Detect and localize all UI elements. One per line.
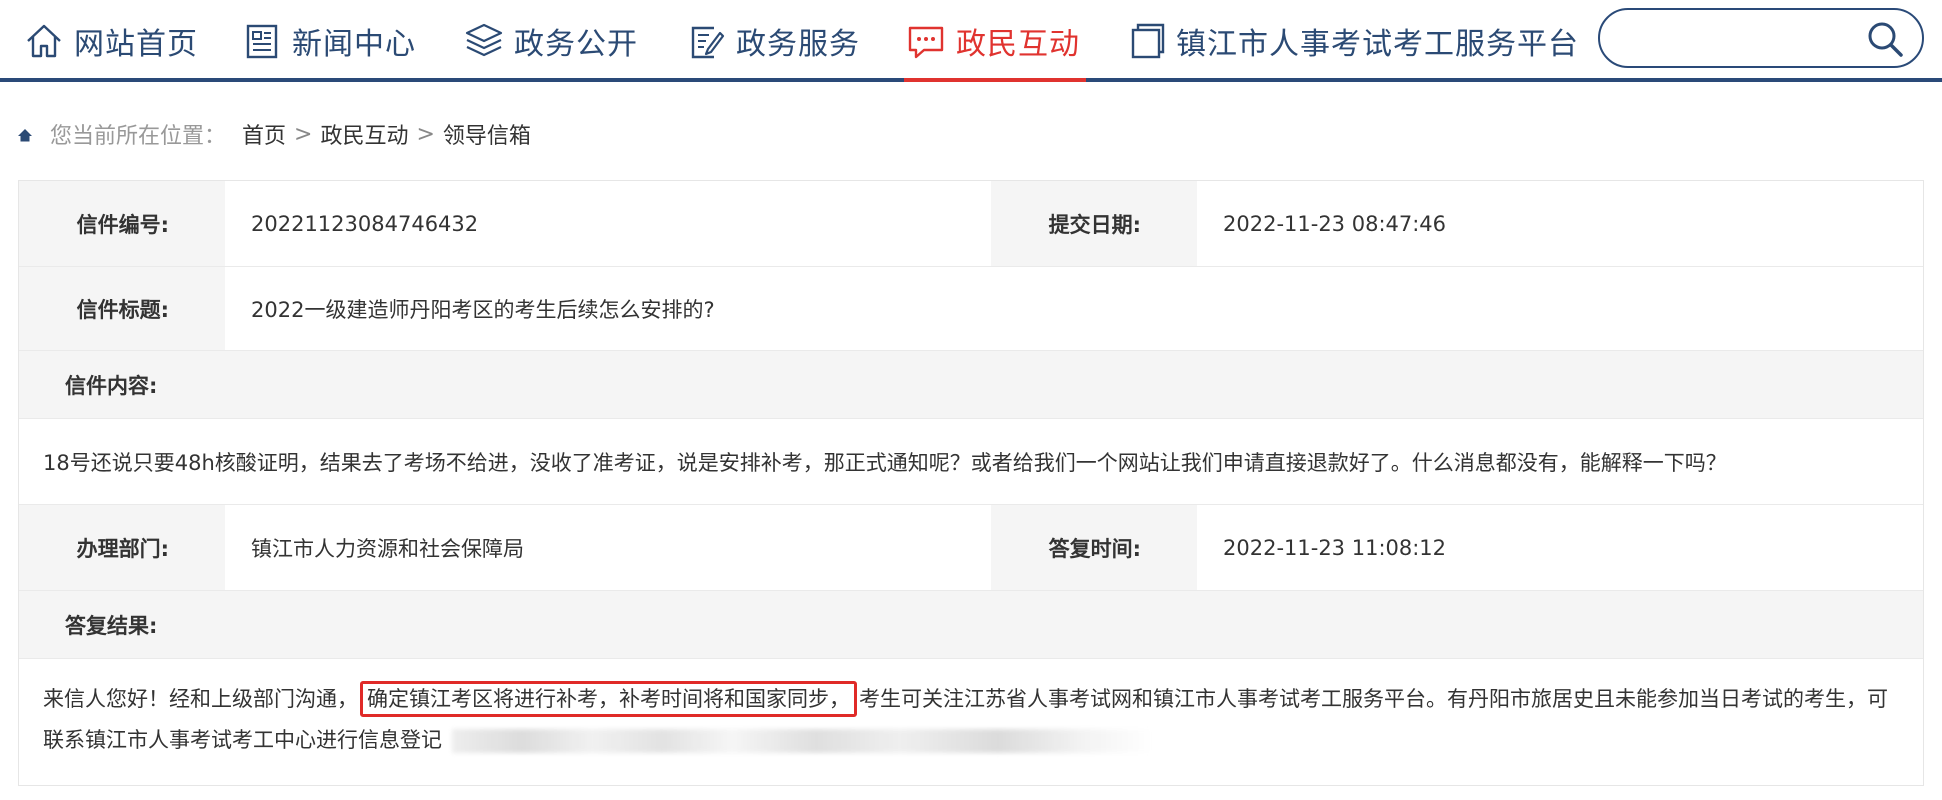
nav-item-news[interactable]: 新闻中心 — [240, 0, 416, 82]
chat-icon — [904, 19, 948, 63]
submit-date-value: 2022-11-23 08:47:46 — [1197, 181, 1923, 266]
reply-time-label: 答复时间: — [991, 505, 1197, 590]
letter-number-label: 信件编号: — [19, 181, 225, 266]
letter-row-dept-time: 办理部门: 镇江市人力资源和社会保障局 答复时间: 2022-11-23 11:… — [19, 505, 1923, 591]
breadcrumb-leader-mailbox[interactable]: 领导信箱 — [443, 118, 531, 150]
redacted-contact-info — [452, 729, 1152, 753]
nav-label-interaction: 政民互动 — [956, 27, 1080, 62]
letter-row-reply: 来信人您好！经和上级部门沟通， 确定镇江考区将进行补考，补考时间将和国家同步， 考生… — [19, 659, 1923, 785]
reply-result-text: 来信人您好！经和上级部门沟通， 确定镇江考区将进行补考，补考时间将和国家同步， 考生… — [43, 679, 1903, 761]
nav-item-gov-services[interactable]: 政务服务 — [684, 0, 860, 82]
home-icon — [22, 19, 66, 63]
letter-title-label: 信件标题: — [19, 267, 225, 350]
letter-row-title: 信件标题: 2022一级建造师丹阳考区的考生后续怎么安排的? — [19, 267, 1923, 351]
handling-dept-value: 镇江市人力资源和社会保障局 — [225, 505, 991, 590]
letter-content-text: 18号还说只要48h核酸证明，结果去了考场不给进，没收了准考证，说是安排补考，那… — [43, 450, 1727, 475]
document-pen-icon — [684, 19, 728, 63]
newspaper-icon — [240, 19, 284, 63]
top-navigation: 网站首页 新闻中心 政务公开 政务服务 政民互动 镇江市人事考试考工服务平台 — [0, 0, 1942, 82]
letter-row-content: 18号还说只要48h核酸证明，结果去了考场不给进，没收了准考证，说是安排补考，那… — [19, 419, 1923, 505]
reply-time-value: 2022-11-23 11:08:12 — [1197, 505, 1923, 590]
home-small-icon — [16, 125, 34, 143]
nav-label-exam-platform: 镇江市人事考试考工服务平台 — [1176, 27, 1579, 62]
breadcrumb: 您当前所在位置： 首页 > 政民互动 > 领导信箱 — [16, 116, 531, 152]
breadcrumb-separator: > — [416, 121, 435, 147]
reply-highlighted-text: 确定镇江考区将进行补考，补考时间将和国家同步， — [360, 681, 857, 717]
letter-detail-table: 信件编号: 20221123084746432 提交日期: 2022-11-23… — [18, 180, 1924, 786]
letter-content-label: 信件内容: — [65, 373, 158, 398]
nav-item-home[interactable]: 网站首页 — [22, 0, 198, 82]
letter-row-result-label: 答复结果: — [19, 591, 1923, 659]
search-box — [1598, 8, 1924, 68]
breadcrumb-separator: > — [294, 121, 313, 147]
letter-number-value: 20221123084746432 — [225, 181, 991, 266]
nav-item-interaction[interactable]: 政民互动 — [904, 0, 1086, 82]
layers-icon — [462, 19, 506, 63]
letter-row-number-date: 信件编号: 20221123084746432 提交日期: 2022-11-23… — [19, 181, 1923, 267]
breadcrumb-interaction[interactable]: 政民互动 — [320, 118, 408, 150]
nav-label-home: 网站首页 — [74, 27, 198, 62]
nav-label-gov-services: 政务服务 — [736, 27, 860, 62]
letter-title-value: 2022一级建造师丹阳考区的考生后续怎么安排的? — [225, 267, 1923, 350]
handling-dept-label: 办理部门: — [19, 505, 225, 590]
reply-result-label: 答复结果: — [65, 613, 158, 638]
breadcrumb-home[interactable]: 首页 — [242, 118, 286, 150]
submit-date-label: 提交日期: — [991, 181, 1197, 266]
square-icon — [1124, 19, 1168, 63]
search-input[interactable] — [1624, 18, 1854, 58]
nav-item-exam-platform[interactable]: 镇江市人事考试考工服务平台 — [1124, 0, 1579, 82]
nav-item-gov-affairs[interactable]: 政务公开 — [462, 0, 638, 82]
nav-label-gov-affairs: 政务公开 — [514, 27, 638, 62]
nav-label-news: 新闻中心 — [292, 27, 416, 62]
letter-row-content-label: 信件内容: — [19, 351, 1923, 419]
reply-text-before: 来信人您好！经和上级部门沟通， — [43, 687, 358, 711]
search-icon[interactable] — [1866, 20, 1904, 58]
breadcrumb-prefix: 您当前所在位置： — [50, 124, 227, 149]
